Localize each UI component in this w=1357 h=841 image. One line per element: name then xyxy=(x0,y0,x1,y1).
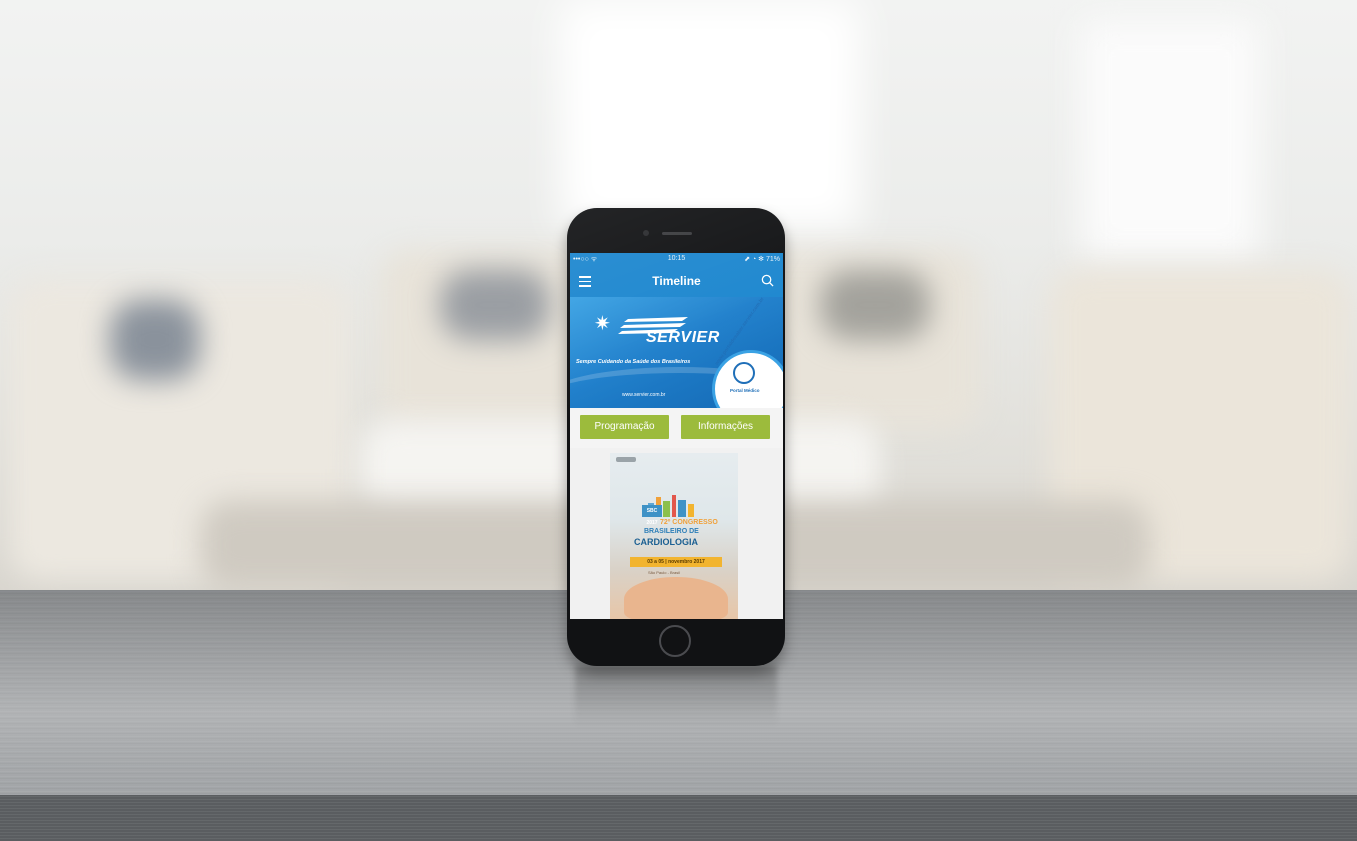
poster-congress-line: 72º CONGRESSO xyxy=(660,519,718,526)
brand-url[interactable]: www.servier.com.br xyxy=(622,392,665,398)
informacoes-button[interactable]: Informações xyxy=(681,415,770,439)
portal-medico-icon xyxy=(733,362,755,384)
poster-date: 03 a 05 | novembro 2017 xyxy=(630,557,722,567)
poster-brasileiro-line: BRASILEIRO DE xyxy=(644,528,699,535)
brand-logo-text: SERVIER xyxy=(646,329,720,346)
poster-venue: São Paulo - Brasil xyxy=(648,570,681,575)
window-light-right xyxy=(1080,20,1260,260)
status-bar: •••○○ ᯤ 10:15 ⬈ ◔ ✻ 71% xyxy=(570,253,783,266)
phone-reflection xyxy=(575,666,777,726)
cushion-center-left xyxy=(440,270,550,340)
search-icon[interactable] xyxy=(761,274,774,287)
earpiece-speaker xyxy=(662,232,692,235)
scene: •••○○ ᯤ 10:15 ⬈ ◔ ✻ 71% Timeline ✷ SERVI… xyxy=(0,0,1357,841)
programacao-button[interactable]: Programação xyxy=(580,415,669,439)
servier-star-icon: ✷ xyxy=(594,313,611,335)
brand-tagline: Sempre Cuidando da Saúde dos Brasileiros xyxy=(576,359,691,365)
front-camera xyxy=(643,230,649,236)
poster-cardiologia-line: CARDIOLOGIA xyxy=(634,537,698,547)
nav-bar: Timeline xyxy=(570,266,783,297)
home-button[interactable] xyxy=(659,625,691,657)
window-light xyxy=(560,0,860,230)
cushion-left xyxy=(110,300,200,380)
table-edge xyxy=(0,795,1357,841)
phone-screen: •••○○ ᯤ 10:15 ⬈ ◔ ✻ 71% Timeline ✷ SERVI… xyxy=(570,253,783,619)
status-battery: ⬈ ◔ ✻ 71% xyxy=(744,256,780,263)
page-title: Timeline xyxy=(652,274,701,288)
cushion-center-right xyxy=(820,270,930,340)
poster-clip xyxy=(616,457,636,462)
timeline-feed: SBC 2017 72º CONGRESSO BRASILEIRO DE CAR… xyxy=(570,448,783,619)
servier-banner[interactable]: ✷ SERVIER Sempre Cuidando da Saúde dos B… xyxy=(570,297,783,408)
action-bar: Programação Informações xyxy=(570,408,783,448)
hands-graphic xyxy=(624,577,728,619)
portal-badge-label: Portal Médico xyxy=(730,388,760,393)
sbc-logo: SBC 2017 xyxy=(642,505,662,526)
congress-poster[interactable]: SBC 2017 72º CONGRESSO BRASILEIRO DE CAR… xyxy=(610,453,738,619)
